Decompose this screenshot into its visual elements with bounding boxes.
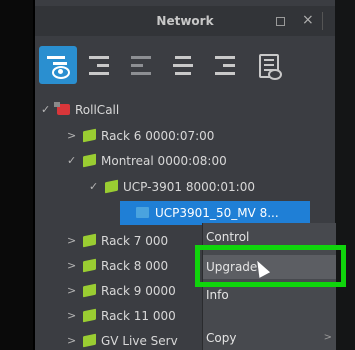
tree-item-label: Montreal 0000:08:00	[101, 154, 227, 168]
indent-list-icon	[89, 55, 111, 75]
indent-list-button[interactable]	[81, 46, 119, 84]
view-toolbar	[35, 40, 335, 90]
submenu-arrow-icon: >	[323, 332, 332, 343]
tree-item-label: Rack 7 000	[101, 234, 169, 248]
titlebar-divider	[322, 12, 323, 30]
tree-item-ucp3901-card[interactable]: UCP3901_50_MV 8...	[120, 201, 310, 225]
tree-item-label: RollCall	[75, 103, 120, 117]
left-dock-area	[0, 0, 33, 350]
expand-chevron-icon[interactable]: >	[67, 329, 76, 350]
panel-titlebar: Network ×	[35, 6, 335, 36]
outdent-list-icon	[131, 55, 153, 75]
tree-item-label: Rack 11 000	[101, 309, 176, 323]
rack-icon	[83, 153, 96, 168]
rack-icon	[83, 258, 96, 273]
expand-chevron-icon[interactable]: ✓	[41, 98, 50, 122]
tree-item-rack-6[interactable]: > Rack 6 0000:07:00	[35, 124, 335, 148]
menu-item-label: Copy	[206, 331, 237, 345]
tree-item-label: UCP-3901 8000:01:00	[123, 180, 255, 194]
panel-title: Network	[156, 14, 214, 28]
tree-item-label: Rack 9 0000	[101, 284, 176, 298]
close-panel-icon[interactable]: ×	[302, 9, 314, 31]
eye-icon	[268, 69, 282, 80]
expand-chevron-icon[interactable]: ✓	[67, 149, 76, 173]
rack-icon	[83, 333, 96, 348]
screen: Network × ✓ RollCall > Rack 6 0000:07:00…	[0, 0, 355, 350]
rack-icon	[83, 308, 96, 323]
eye-icon	[52, 66, 70, 79]
highlight-box	[195, 245, 346, 287]
tree-item-ucp-3901[interactable]: ✓ UCP-3901 8000:01:00	[35, 175, 335, 199]
expand-chevron-icon[interactable]: >	[67, 229, 76, 253]
expand-chevron-icon[interactable]: >	[67, 254, 76, 278]
tree-item-label: UCP3901_50_MV 8...	[155, 206, 279, 220]
tree-item-rollcall[interactable]: ✓ RollCall	[35, 98, 335, 122]
document-view-button[interactable]	[249, 46, 287, 84]
float-panel-icon[interactable]	[276, 17, 285, 26]
expand-chevron-icon[interactable]: >	[67, 124, 76, 148]
right-list-button[interactable]	[207, 46, 245, 84]
hierarchy-view-button[interactable]	[39, 46, 77, 84]
rollcall-icon	[54, 102, 70, 115]
expand-chevron-icon[interactable]: >	[67, 279, 76, 303]
right-list-icon	[215, 55, 237, 75]
center-list-icon	[173, 55, 195, 75]
card-icon	[136, 207, 149, 218]
outdent-list-button[interactable]	[123, 46, 161, 84]
rack-icon	[83, 233, 96, 248]
rack-icon	[83, 128, 96, 143]
right-dock-area	[335, 0, 355, 350]
expand-chevron-icon[interactable]: ✓	[89, 175, 98, 199]
tree-item-label: Rack 6 0000:07:00	[101, 129, 215, 143]
rack-icon	[105, 179, 118, 194]
center-list-button[interactable]	[165, 46, 203, 84]
menu-item-copy[interactable]: Copy >	[203, 326, 336, 350]
tree-item-montreal[interactable]: ✓ Montreal 0000:08:00	[35, 149, 335, 173]
expand-chevron-icon[interactable]: >	[67, 304, 76, 328]
rack-icon	[83, 283, 96, 298]
tree-item-label: Rack 8 000	[101, 259, 169, 273]
tree-item-label: GV Live Serv	[101, 334, 178, 348]
